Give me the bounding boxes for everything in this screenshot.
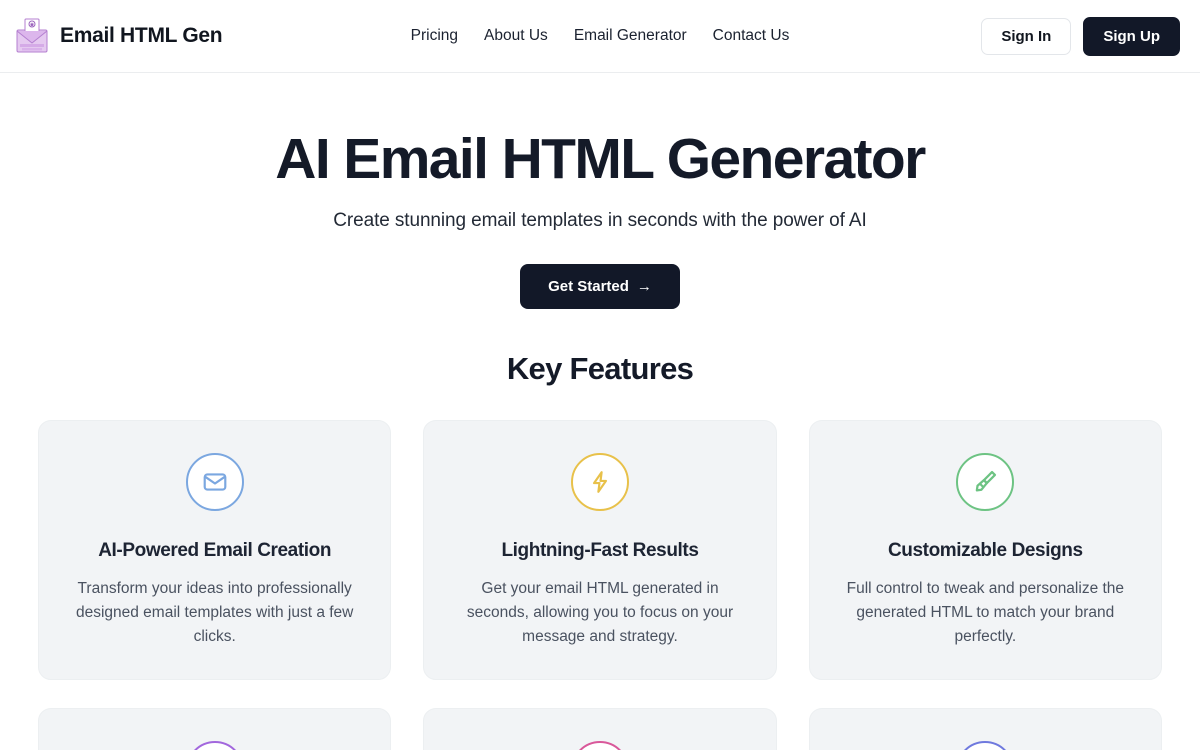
get-started-button[interactable]: Get Started → <box>520 263 680 309</box>
feature-card: AI-Powered Email Creation Transform your… <box>38 419 392 681</box>
features-grid: AI-Powered Email Creation Transform your… <box>38 419 1162 750</box>
feature-card <box>808 708 1162 750</box>
features-section: Key Features AI-Powered Email Creation T… <box>0 351 1200 750</box>
brand-name: Email HTML Gen <box>60 24 223 47</box>
feature-description: Full control to tweak and personalize th… <box>846 579 1125 646</box>
feature-icon-circle <box>956 741 1015 750</box>
features-heading: Key Features <box>506 350 694 386</box>
feature-icon-circle <box>956 452 1015 511</box>
nav-item-pricing[interactable]: Pricing <box>411 27 458 45</box>
hero-subtitle: Create stunning email templates in secon… <box>333 209 867 231</box>
site-header: Email HTML Gen Pricing About Us Email Ge… <box>0 0 1200 73</box>
get-started-label: Get Started <box>548 277 629 295</box>
feature-card <box>38 708 392 750</box>
feature-icon-circle <box>570 741 629 750</box>
brand-logo-link[interactable]: Email HTML Gen <box>14 16 223 56</box>
lightning-bolt-icon <box>592 471 608 493</box>
feature-icon-circle <box>185 452 244 511</box>
feature-card: Lightning-Fast Results Get your email HT… <box>423 419 777 681</box>
feature-card: Customizable Designs Full control to twe… <box>808 419 1162 681</box>
envelope-logo-icon <box>16 18 48 53</box>
feature-icon-circle <box>570 452 629 511</box>
feature-card <box>423 708 777 750</box>
nav-item-contact-us[interactable]: Contact Us <box>713 27 790 45</box>
feature-title: AI-Powered Email Creation <box>98 539 332 561</box>
feature-title: Lightning-Fast Results <box>501 539 699 561</box>
page-title: AI Email HTML Generator <box>275 127 926 191</box>
feature-description: Transform your ideas into professionally… <box>75 579 354 646</box>
feature-title: Customizable Designs <box>887 539 1083 561</box>
nav-item-email-generator[interactable]: Email Generator <box>574 27 687 45</box>
feature-description: Get your email HTML generated in seconds… <box>466 579 734 646</box>
header-actions: Sign In Sign Up <box>981 16 1180 56</box>
sign-in-button[interactable]: Sign In <box>981 17 1072 55</box>
sign-up-button[interactable]: Sign Up <box>1083 16 1180 56</box>
paintbrush-icon <box>975 471 996 492</box>
arrow-right-icon: → <box>636 277 652 295</box>
envelope-icon <box>203 473 227 491</box>
feature-icon-circle <box>185 741 244 750</box>
nav-item-about-us[interactable]: About Us <box>484 27 548 45</box>
hero-section: AI Email HTML Generator Create stunning … <box>0 73 1200 309</box>
